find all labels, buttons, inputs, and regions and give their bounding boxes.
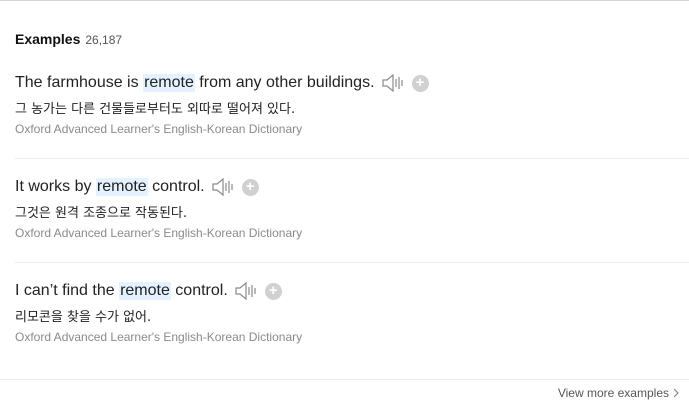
korean-translation: 그것은 원격 조종으로 작동된다. (15, 206, 188, 221)
add-to-wordbook-icon[interactable]: + (411, 74, 429, 92)
sentence-text: control. (147, 178, 205, 195)
example-item: I can’t find the remote control. + 리모콘을 … (15, 280, 689, 344)
example-item: The farmhouse is remote from any other b… (15, 72, 689, 136)
sentence-text: It works by (15, 178, 96, 195)
speaker-icon[interactable] (381, 73, 405, 93)
sentence-text: The farmhouse is (15, 74, 144, 91)
separator (15, 158, 689, 159)
korean-translation: 그 농가는 다른 건물들로부터도 외따로 떨어져 있다. (15, 102, 296, 117)
example-sentence: I can’t find the remote control. + (15, 280, 689, 302)
example-item: It works by remote control. + 그것은 원격 조종으… (15, 176, 689, 240)
view-more-examples-link[interactable]: View more examples (558, 386, 679, 400)
highlighted-keyword: remote (119, 282, 171, 300)
example-sentence: The farmhouse is remote from any other b… (15, 72, 689, 94)
examples-header: Examples 26,187 (15, 31, 122, 47)
example-sentence: It works by remote control. + (15, 176, 689, 198)
sentence-text: from any other buildings. (194, 74, 375, 91)
speaker-icon[interactable] (211, 177, 235, 197)
view-more-label: View more examples (557, 386, 669, 400)
source-label: Oxford Advanced Learner's English-Korean… (15, 122, 303, 136)
top-border (0, 0, 689, 1)
speaker-icon[interactable] (234, 281, 258, 301)
chevron-right-icon (673, 388, 679, 398)
add-to-wordbook-icon[interactable]: + (241, 178, 259, 196)
sentence-text: I can’t find the (15, 282, 120, 299)
footer-border (0, 379, 689, 380)
add-to-wordbook-icon[interactable]: + (264, 282, 282, 300)
korean-translation: 리모콘을 찾을 수가 없어. (15, 310, 152, 325)
highlighted-keyword: remote (95, 178, 148, 196)
source-label: Oxford Advanced Learner's English-Korean… (15, 330, 303, 344)
source-label: Oxford Advanced Learner's English-Korean… (15, 226, 303, 240)
examples-count: 26,187 (85, 33, 123, 47)
highlighted-keyword: remote (143, 74, 195, 92)
separator (15, 262, 689, 263)
section-title: Examples (15, 31, 81, 47)
sentence-text: control. (170, 282, 228, 299)
